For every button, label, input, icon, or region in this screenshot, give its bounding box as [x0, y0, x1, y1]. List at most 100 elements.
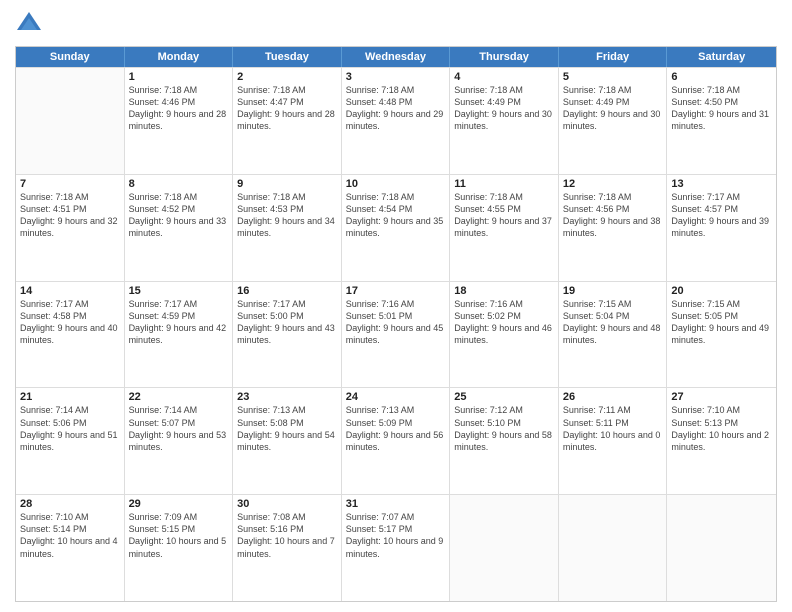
cell-day-number: 21: [20, 391, 120, 403]
cell-day-number: 7: [20, 178, 120, 190]
header-day-wednesday: Wednesday: [342, 47, 451, 67]
logo-icon: [15, 10, 43, 38]
header-day-monday: Monday: [125, 47, 234, 67]
calendar-cell: 8Sunrise: 7:18 AMSunset: 4:52 PMDaylight…: [125, 175, 234, 281]
cell-info: Sunrise: 7:13 AMSunset: 5:09 PMDaylight:…: [346, 404, 446, 453]
cell-day-number: 17: [346, 285, 446, 297]
calendar-cell: 7Sunrise: 7:18 AMSunset: 4:51 PMDaylight…: [16, 175, 125, 281]
calendar-cell: 26Sunrise: 7:11 AMSunset: 5:11 PMDayligh…: [559, 388, 668, 494]
cell-day-number: 26: [563, 391, 663, 403]
calendar-cell: 9Sunrise: 7:18 AMSunset: 4:53 PMDaylight…: [233, 175, 342, 281]
cell-day-number: 30: [237, 498, 337, 510]
calendar-cell: 2Sunrise: 7:18 AMSunset: 4:47 PMDaylight…: [233, 68, 342, 174]
calendar-cell: 20Sunrise: 7:15 AMSunset: 5:05 PMDayligh…: [667, 282, 776, 388]
calendar-cell: 22Sunrise: 7:14 AMSunset: 5:07 PMDayligh…: [125, 388, 234, 494]
cell-info: Sunrise: 7:14 AMSunset: 5:07 PMDaylight:…: [129, 404, 229, 453]
calendar-cell: 12Sunrise: 7:18 AMSunset: 4:56 PMDayligh…: [559, 175, 668, 281]
cell-info: Sunrise: 7:09 AMSunset: 5:15 PMDaylight:…: [129, 511, 229, 560]
calendar-cell: 31Sunrise: 7:07 AMSunset: 5:17 PMDayligh…: [342, 495, 451, 601]
cell-info: Sunrise: 7:17 AMSunset: 4:58 PMDaylight:…: [20, 298, 120, 347]
calendar-row-3: 21Sunrise: 7:14 AMSunset: 5:06 PMDayligh…: [16, 387, 776, 494]
cell-day-number: 22: [129, 391, 229, 403]
cell-info: Sunrise: 7:13 AMSunset: 5:08 PMDaylight:…: [237, 404, 337, 453]
cell-day-number: 28: [20, 498, 120, 510]
cell-day-number: 1: [129, 71, 229, 83]
cell-day-number: 9: [237, 178, 337, 190]
calendar-cell: 24Sunrise: 7:13 AMSunset: 5:09 PMDayligh…: [342, 388, 451, 494]
cell-day-number: 10: [346, 178, 446, 190]
cell-info: Sunrise: 7:15 AMSunset: 5:05 PMDaylight:…: [671, 298, 772, 347]
cell-day-number: 14: [20, 285, 120, 297]
cell-info: Sunrise: 7:10 AMSunset: 5:13 PMDaylight:…: [671, 404, 772, 453]
cell-info: Sunrise: 7:18 AMSunset: 4:52 PMDaylight:…: [129, 191, 229, 240]
calendar-cell: 1Sunrise: 7:18 AMSunset: 4:46 PMDaylight…: [125, 68, 234, 174]
header-day-sunday: Sunday: [16, 47, 125, 67]
cell-day-number: 27: [671, 391, 772, 403]
cell-info: Sunrise: 7:18 AMSunset: 4:49 PMDaylight:…: [563, 84, 663, 133]
cell-info: Sunrise: 7:17 AMSunset: 4:57 PMDaylight:…: [671, 191, 772, 240]
cell-day-number: 3: [346, 71, 446, 83]
cell-day-number: 19: [563, 285, 663, 297]
cell-info: Sunrise: 7:18 AMSunset: 4:55 PMDaylight:…: [454, 191, 554, 240]
cell-info: Sunrise: 7:14 AMSunset: 5:06 PMDaylight:…: [20, 404, 120, 453]
calendar-row-0: 1Sunrise: 7:18 AMSunset: 4:46 PMDaylight…: [16, 67, 776, 174]
cell-day-number: 8: [129, 178, 229, 190]
cell-day-number: 25: [454, 391, 554, 403]
cell-day-number: 24: [346, 391, 446, 403]
cell-info: Sunrise: 7:18 AMSunset: 4:48 PMDaylight:…: [346, 84, 446, 133]
header-day-friday: Friday: [559, 47, 668, 67]
calendar-cell: 14Sunrise: 7:17 AMSunset: 4:58 PMDayligh…: [16, 282, 125, 388]
calendar-cell: 15Sunrise: 7:17 AMSunset: 4:59 PMDayligh…: [125, 282, 234, 388]
cell-info: Sunrise: 7:18 AMSunset: 4:54 PMDaylight:…: [346, 191, 446, 240]
calendar-cell: 21Sunrise: 7:14 AMSunset: 5:06 PMDayligh…: [16, 388, 125, 494]
cell-info: Sunrise: 7:18 AMSunset: 4:56 PMDaylight:…: [563, 191, 663, 240]
cell-day-number: 5: [563, 71, 663, 83]
cell-info: Sunrise: 7:11 AMSunset: 5:11 PMDaylight:…: [563, 404, 663, 453]
cell-day-number: 11: [454, 178, 554, 190]
header-day-tuesday: Tuesday: [233, 47, 342, 67]
calendar-row-1: 7Sunrise: 7:18 AMSunset: 4:51 PMDaylight…: [16, 174, 776, 281]
cell-day-number: 29: [129, 498, 229, 510]
calendar-cell: 25Sunrise: 7:12 AMSunset: 5:10 PMDayligh…: [450, 388, 559, 494]
cell-info: Sunrise: 7:08 AMSunset: 5:16 PMDaylight:…: [237, 511, 337, 560]
cell-info: Sunrise: 7:07 AMSunset: 5:17 PMDaylight:…: [346, 511, 446, 560]
calendar-cell: [559, 495, 668, 601]
cell-day-number: 15: [129, 285, 229, 297]
cell-info: Sunrise: 7:18 AMSunset: 4:46 PMDaylight:…: [129, 84, 229, 133]
cell-info: Sunrise: 7:16 AMSunset: 5:02 PMDaylight:…: [454, 298, 554, 347]
cell-info: Sunrise: 7:18 AMSunset: 4:49 PMDaylight:…: [454, 84, 554, 133]
calendar-cell: 27Sunrise: 7:10 AMSunset: 5:13 PMDayligh…: [667, 388, 776, 494]
cell-info: Sunrise: 7:15 AMSunset: 5:04 PMDaylight:…: [563, 298, 663, 347]
calendar-cell: 10Sunrise: 7:18 AMSunset: 4:54 PMDayligh…: [342, 175, 451, 281]
calendar-cell: 4Sunrise: 7:18 AMSunset: 4:49 PMDaylight…: [450, 68, 559, 174]
calendar-header: SundayMondayTuesdayWednesdayThursdayFrid…: [16, 47, 776, 67]
calendar-row-2: 14Sunrise: 7:17 AMSunset: 4:58 PMDayligh…: [16, 281, 776, 388]
cell-day-number: 6: [671, 71, 772, 83]
cell-info: Sunrise: 7:10 AMSunset: 5:14 PMDaylight:…: [20, 511, 120, 560]
calendar-cell: 13Sunrise: 7:17 AMSunset: 4:57 PMDayligh…: [667, 175, 776, 281]
calendar-cell: [16, 68, 125, 174]
calendar-cell: 11Sunrise: 7:18 AMSunset: 4:55 PMDayligh…: [450, 175, 559, 281]
cell-day-number: 16: [237, 285, 337, 297]
calendar-cell: 17Sunrise: 7:16 AMSunset: 5:01 PMDayligh…: [342, 282, 451, 388]
cell-info: Sunrise: 7:12 AMSunset: 5:10 PMDaylight:…: [454, 404, 554, 453]
calendar-cell: 28Sunrise: 7:10 AMSunset: 5:14 PMDayligh…: [16, 495, 125, 601]
calendar-cell: 16Sunrise: 7:17 AMSunset: 5:00 PMDayligh…: [233, 282, 342, 388]
calendar-cell: 30Sunrise: 7:08 AMSunset: 5:16 PMDayligh…: [233, 495, 342, 601]
logo: [15, 10, 47, 38]
calendar-cell: [667, 495, 776, 601]
cell-day-number: 31: [346, 498, 446, 510]
calendar: SundayMondayTuesdayWednesdayThursdayFrid…: [15, 46, 777, 602]
page: SundayMondayTuesdayWednesdayThursdayFrid…: [0, 0, 792, 612]
cell-info: Sunrise: 7:18 AMSunset: 4:47 PMDaylight:…: [237, 84, 337, 133]
cell-day-number: 18: [454, 285, 554, 297]
cell-day-number: 13: [671, 178, 772, 190]
cell-day-number: 12: [563, 178, 663, 190]
header: [15, 10, 777, 38]
cell-day-number: 20: [671, 285, 772, 297]
calendar-cell: [450, 495, 559, 601]
calendar-body: 1Sunrise: 7:18 AMSunset: 4:46 PMDaylight…: [16, 67, 776, 601]
cell-day-number: 4: [454, 71, 554, 83]
calendar-row-4: 28Sunrise: 7:10 AMSunset: 5:14 PMDayligh…: [16, 494, 776, 601]
cell-info: Sunrise: 7:16 AMSunset: 5:01 PMDaylight:…: [346, 298, 446, 347]
